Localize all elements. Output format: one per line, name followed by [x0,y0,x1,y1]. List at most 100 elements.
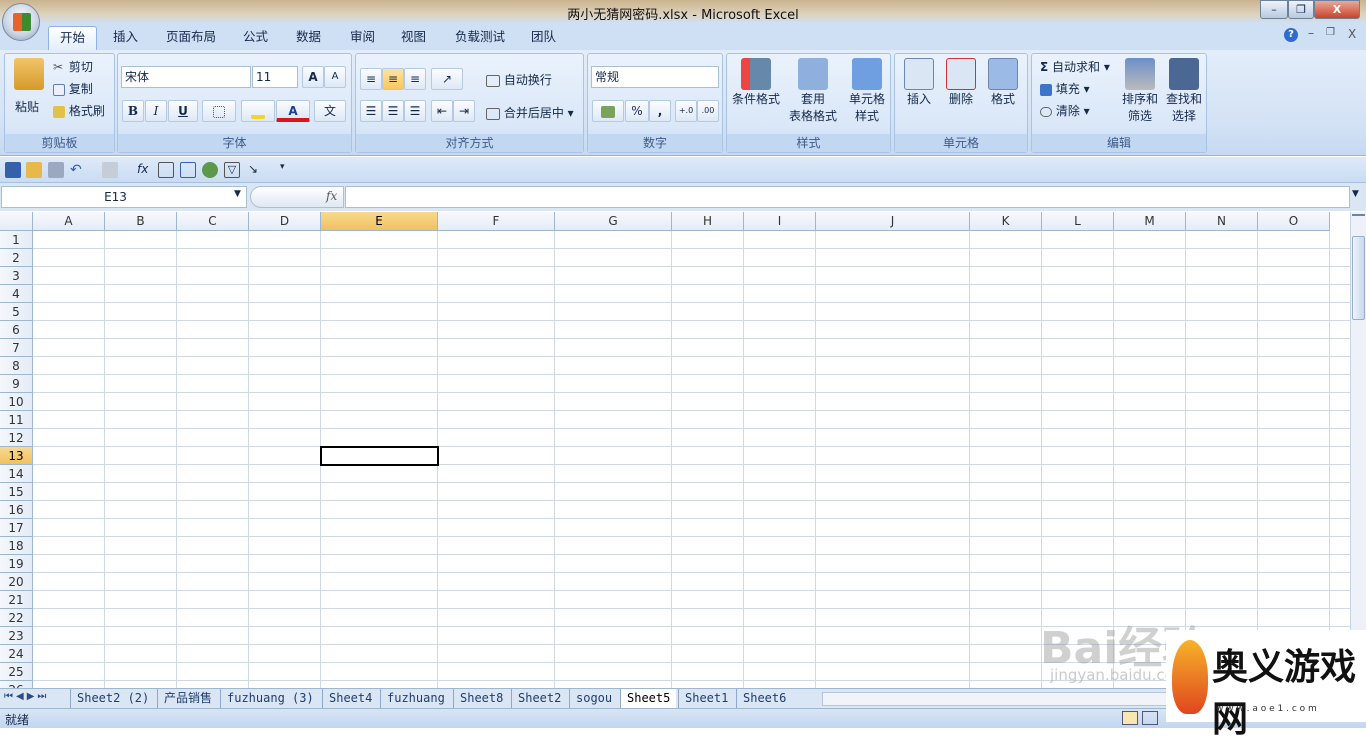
column-header-A[interactable]: A [33,212,105,231]
orientation-button[interactable]: ↗ [431,68,463,90]
column-header-F[interactable]: F [438,212,555,231]
sheet-tab-10[interactable]: Sheet6 [736,689,792,708]
column-header-M[interactable]: M [1114,212,1186,231]
normal-view-button[interactable] [1122,711,1138,725]
column-header-C[interactable]: C [177,212,249,231]
row-header-26[interactable]: 26 [0,681,33,688]
align-center-button[interactable]: ☰ [382,100,404,122]
column-header-B[interactable]: B [105,212,177,231]
bold-button[interactable]: B [122,100,144,122]
align-right-button[interactable]: ☰ [404,100,426,122]
decrease-indent-button[interactable]: ⇤ [431,100,453,122]
tab-3[interactable]: 公式 [232,26,279,50]
formula-input[interactable] [345,186,1350,208]
percent-button[interactable]: % [625,100,649,122]
column-header-N[interactable]: N [1186,212,1258,231]
row-header-9[interactable]: 9 [0,375,33,393]
clear-format-icon[interactable]: ↘ [248,162,264,178]
row-header-25[interactable]: 25 [0,663,33,681]
format-as-table-button[interactable]: 套用 表格格式 [785,58,841,128]
sheet-nav-buttons[interactable]: ⏮◀▶⏭ [4,691,49,702]
sheet-tab-1[interactable]: 产品销售 [157,689,218,708]
office-button[interactable] [2,3,40,41]
sheet-tab-2[interactable]: fuzhuang (3) [220,689,320,708]
restore-button[interactable]: ❐ [1288,0,1314,19]
column-header-E[interactable]: E [321,212,438,231]
tab-8[interactable]: 团队 [520,26,567,50]
number-format-select[interactable]: 常规 [591,66,719,88]
insert-function-button[interactable]: fx [326,189,337,203]
phonetic-button[interactable]: 文 [314,100,346,122]
row-header-21[interactable]: 21 [0,591,33,609]
row-header-11[interactable]: 11 [0,411,33,429]
accounting-format-button[interactable] [592,100,624,122]
customize-qat-icon[interactable]: ▾ [280,162,296,178]
bottom-align-button[interactable]: ≡ [404,68,426,90]
row-header-13[interactable]: 13 [0,447,33,465]
column-header-O[interactable]: O [1258,212,1330,231]
tab-7[interactable]: 负载测试 [444,26,516,50]
column-header-H[interactable]: H [672,212,744,231]
row-header-12[interactable]: 12 [0,429,33,447]
autosum-button[interactable]: Σ 自动求和 ▾ [1040,58,1110,75]
italic-button[interactable]: I [145,100,167,122]
row-header-24[interactable]: 24 [0,645,33,663]
row-header-1[interactable]: 1 [0,231,33,249]
row-header-19[interactable]: 19 [0,555,33,573]
minimize-button[interactable]: – [1260,0,1288,19]
top-align-button[interactable]: ≡ [360,68,382,90]
column-header-J[interactable]: J [816,212,970,231]
conditional-format-button[interactable]: 条件格式 [731,58,781,128]
select-all-button[interactable] [0,212,33,231]
tab-6[interactable]: 视图 [390,26,437,50]
tab-2[interactable]: 页面布局 [155,26,227,50]
delete-cells-button[interactable]: 删除 [941,58,981,107]
format-painter-button[interactable]: 格式刷 [53,102,105,119]
font-size-select[interactable]: 11 [252,66,298,88]
workbook-close-button[interactable]: X [1348,27,1356,41]
rows-icon[interactable] [180,162,196,178]
row-header-10[interactable]: 10 [0,393,33,411]
font-name-select[interactable]: 宋体 [121,66,251,88]
tab-5[interactable]: 审阅 [339,26,386,50]
name-box-dropdown-icon[interactable]: ▼ [234,189,241,199]
sheet-tab-6[interactable]: Sheet2 [511,689,567,708]
row-header-2[interactable]: 2 [0,249,33,267]
sheet-tab-0[interactable]: Sheet2 (2) [70,689,155,708]
increase-indent-button[interactable]: ⇥ [453,100,475,122]
column-header-K[interactable]: K [970,212,1042,231]
row-header-15[interactable]: 15 [0,483,33,501]
cell-styles-button[interactable]: 单元格 样式 [845,58,889,128]
row-header-23[interactable]: 23 [0,627,33,645]
font-color-button[interactable]: A [276,100,310,122]
vertical-scroll-thumb[interactable] [1352,236,1365,320]
active-cell[interactable] [320,446,439,466]
sheet-tab-7[interactable]: sogou [569,689,618,708]
help-icon[interactable]: ? [1284,28,1298,42]
format-cells-button[interactable]: 格式 [983,58,1023,107]
shrink-font-button[interactable]: A [324,66,346,88]
name-box[interactable]: E13 [1,186,247,208]
middle-align-button[interactable]: ≡ [382,68,404,90]
merge-center-button[interactable]: 合并后居中 ▾ [486,104,574,121]
globe-icon[interactable] [202,162,218,178]
row-header-6[interactable]: 6 [0,321,33,339]
fill-button[interactable]: 填充 ▾ [1040,80,1090,97]
close-button[interactable]: X [1314,0,1360,19]
workbook-restore-button[interactable]: ❐ [1326,27,1335,38]
sheet-tab-8[interactable]: Sheet5 [620,689,677,708]
open-icon[interactable] [26,162,42,178]
comma-button[interactable]: , [649,100,671,122]
grow-font-button[interactable]: A [302,66,324,88]
vertical-scrollbar[interactable] [1350,212,1366,688]
row-header-18[interactable]: 18 [0,537,33,555]
column-header-L[interactable]: L [1042,212,1114,231]
insert-cells-button[interactable]: 插入 [899,58,939,107]
borders-button[interactable] [202,100,236,122]
find-select-button[interactable]: 查找和 选择 [1162,58,1206,124]
row-header-5[interactable]: 5 [0,303,33,321]
tab-1[interactable]: 插入 [102,26,149,50]
row-header-8[interactable]: 8 [0,357,33,375]
workbook-minimize-button[interactable]: – [1308,26,1314,40]
row-header-7[interactable]: 7 [0,339,33,357]
